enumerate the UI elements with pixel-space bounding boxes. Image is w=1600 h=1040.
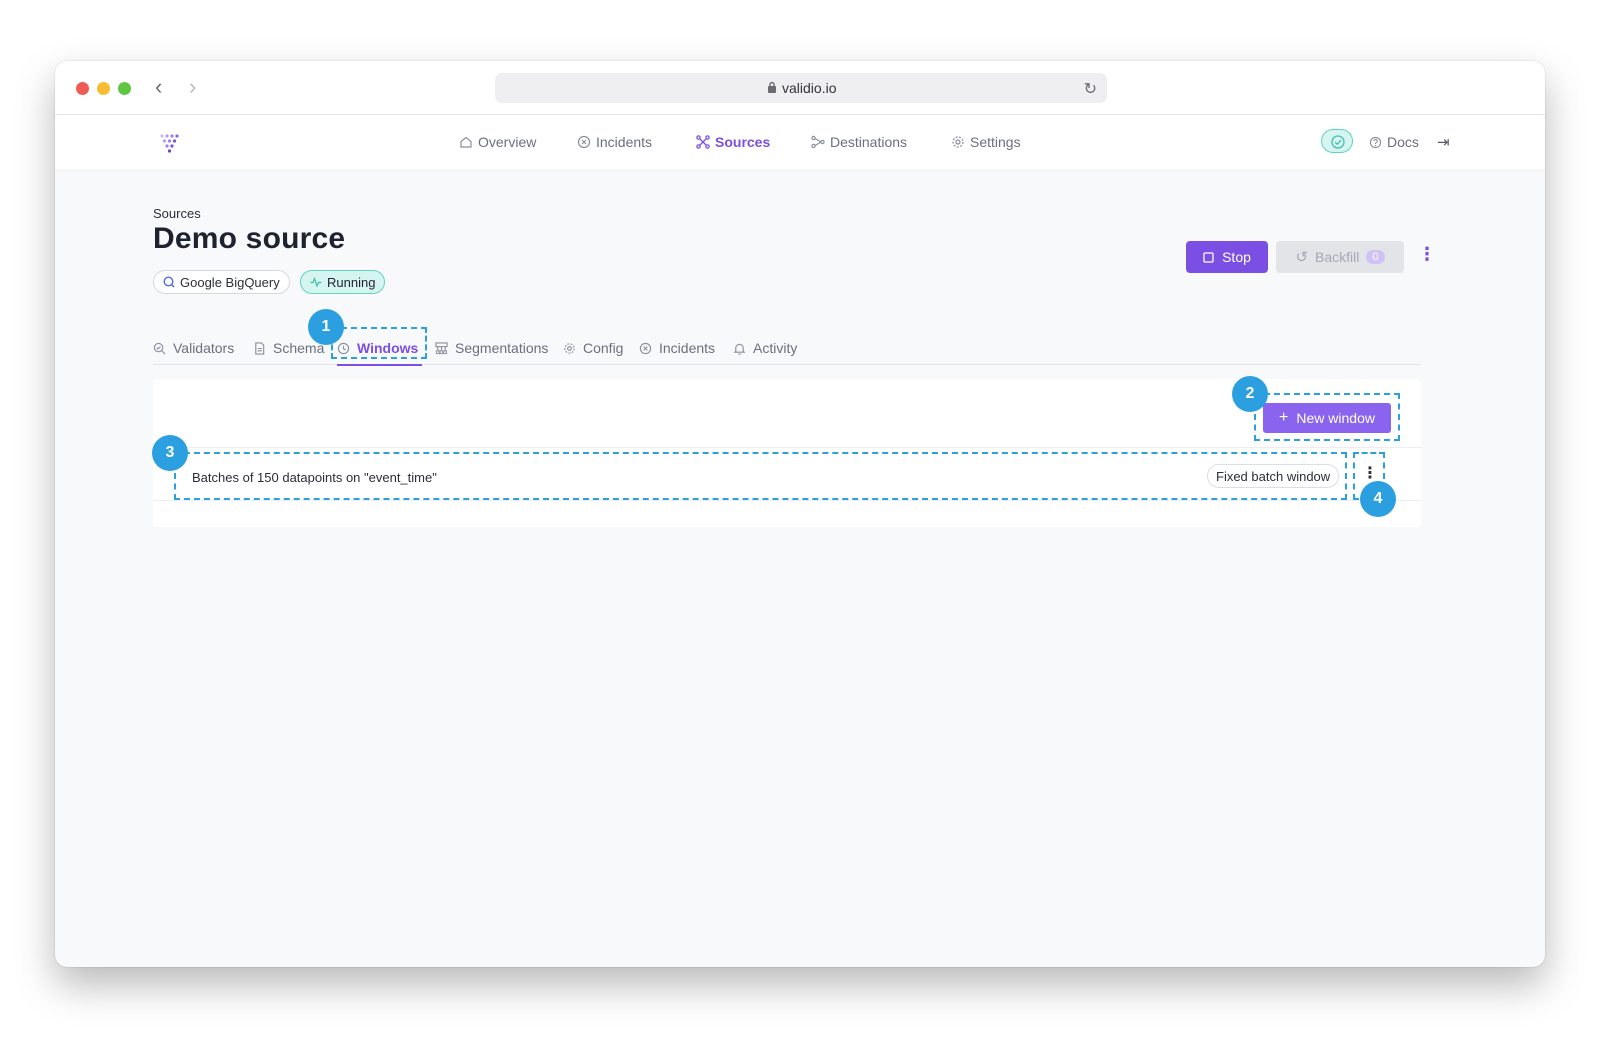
table-row[interactable]: Batches of 150 datapoints on "event_time… xyxy=(153,447,1421,501)
nav-incidents[interactable]: Incidents xyxy=(577,134,652,150)
browser-chrome: ‹ › validio.io ↻ xyxy=(55,61,1545,115)
close-window-button[interactable] xyxy=(76,82,89,95)
new-window-button[interactable]: + New window xyxy=(1263,403,1391,433)
tab-config[interactable]: Config xyxy=(563,335,623,361)
tab-segmentations[interactable]: Segmentations xyxy=(435,335,548,361)
destinations-icon xyxy=(811,135,825,149)
home-icon xyxy=(460,136,472,148)
sources-icon xyxy=(696,135,710,149)
nav-sources-label: Sources xyxy=(715,134,771,150)
validio-logo xyxy=(160,134,179,153)
help-circle-icon xyxy=(1369,136,1382,148)
plus-icon: + xyxy=(1279,409,1289,426)
row-more-menu-icon[interactable]: ⋮ xyxy=(1362,466,1378,482)
windows-panel: + New window Batches of 150 datapoints o… xyxy=(153,379,1421,527)
tab-activity[interactable]: Activity xyxy=(733,335,797,361)
back-arrow-icon[interactable]: ‹ xyxy=(155,76,162,98)
maximize-window-button[interactable] xyxy=(118,82,131,95)
source-more-menu-icon[interactable]: ⋮ xyxy=(1418,245,1436,263)
tab-validators[interactable]: Validators xyxy=(153,335,234,361)
stop-label: Stop xyxy=(1222,249,1251,265)
tab-activity-label: Activity xyxy=(753,340,798,356)
source-type-label: Google BigQuery xyxy=(180,274,280,290)
callout-badge: 4 xyxy=(1360,481,1396,517)
check-circle-icon xyxy=(1331,135,1345,149)
gear-icon xyxy=(564,342,575,354)
nav-settings[interactable]: Settings xyxy=(951,134,1021,150)
undo-icon: ↺ xyxy=(1295,249,1309,266)
tab-windows[interactable]: Windows xyxy=(337,335,423,366)
docs-link[interactable]: Docs xyxy=(1369,134,1419,150)
window-description: Batches of 150 datapoints on "event_time… xyxy=(192,470,437,485)
tab-config-label: Config xyxy=(583,340,624,356)
x-circle-icon xyxy=(577,135,591,149)
callout-badge: 2 xyxy=(1232,376,1268,412)
segmentation-icon xyxy=(435,341,448,354)
nav-overview[interactable]: Overview xyxy=(459,134,536,150)
clock-icon xyxy=(337,342,350,354)
stop-icon xyxy=(1203,251,1214,263)
nav-destinations[interactable]: Destinations xyxy=(811,134,907,150)
address-bar[interactable]: validio.io ↻ xyxy=(495,73,1107,103)
backfill-label: Backfill xyxy=(1315,249,1360,265)
nav-incidents-label: Incidents xyxy=(596,134,653,150)
status-label: Running xyxy=(327,274,376,290)
lock-icon xyxy=(768,81,776,93)
tab-incidents-label: Incidents xyxy=(659,340,716,356)
callout-badge: 1 xyxy=(308,309,344,345)
tab-windows-label: Windows xyxy=(357,340,419,356)
tab-incidents[interactable]: Incidents xyxy=(639,335,715,361)
bell-icon xyxy=(733,343,746,355)
nav-sources[interactable]: Sources xyxy=(696,134,770,150)
callout-badge: 3 xyxy=(152,435,188,471)
new-window-label: New window xyxy=(1296,410,1375,426)
window-type-badge: Fixed batch window xyxy=(1207,464,1340,488)
health-status-indicator[interactable] xyxy=(1321,129,1353,153)
tab-validators-label: Validators xyxy=(173,340,235,356)
nav-settings-label: Settings xyxy=(970,134,1021,150)
breadcrumb[interactable]: Sources xyxy=(153,206,201,221)
nav-destinations-label: Destinations xyxy=(830,134,908,150)
docs-label: Docs xyxy=(1387,134,1419,150)
reload-icon[interactable]: ↻ xyxy=(1084,79,1097,99)
gear-icon xyxy=(952,136,964,148)
backfill-button[interactable]: ↺ Backfill 0 xyxy=(1276,241,1404,273)
url-text: validio.io xyxy=(782,80,837,96)
backfill-count-badge: 0 xyxy=(1366,250,1385,264)
source-type-badge: Google BigQuery xyxy=(153,270,290,294)
forward-arrow-icon[interactable]: › xyxy=(189,76,196,98)
minimize-window-button[interactable] xyxy=(97,82,110,95)
document-icon xyxy=(255,341,265,355)
source-tabs: Validators Schema Windows Segmentations … xyxy=(153,333,1421,366)
logout-icon[interactable]: ⇥ xyxy=(1437,133,1450,151)
browser-window: ‹ › validio.io ↻ Overview Incidents Sour… xyxy=(55,61,1545,967)
bigquery-icon xyxy=(163,276,175,288)
x-circle-icon xyxy=(639,342,652,354)
tab-segmentations-label: Segmentations xyxy=(455,340,549,356)
page-title: Demo source xyxy=(153,222,346,255)
activity-icon xyxy=(310,276,322,288)
status-badge: Running xyxy=(300,270,386,294)
app-navbar: Overview Incidents Sources Destinations … xyxy=(55,115,1545,169)
stop-button[interactable]: Stop xyxy=(1186,241,1268,273)
validators-icon xyxy=(153,342,166,354)
nav-overview-label: Overview xyxy=(478,134,537,150)
